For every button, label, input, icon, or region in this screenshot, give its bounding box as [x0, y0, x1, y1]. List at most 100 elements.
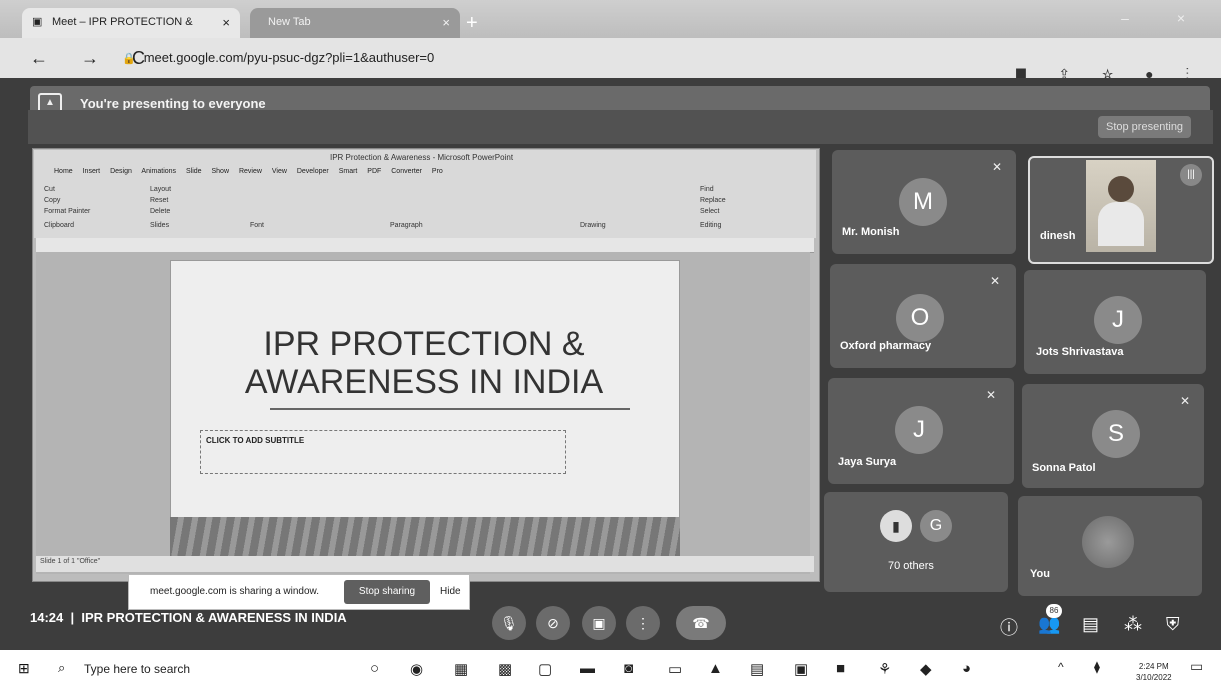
participant-name: 70 others	[888, 560, 934, 572]
slide-title: IPR PROTECTION & AWARENESS IN INDIA	[170, 325, 678, 401]
avatar: S	[1092, 410, 1140, 458]
app-icon[interactable]: ◕	[962, 660, 971, 677]
tab-new-tab[interactable]: New Tab ×	[250, 8, 460, 38]
address-bar[interactable]: 🔒 meet.google.com/pyu-psuc-dgz?pli=1&auth…	[122, 50, 434, 65]
teams-icon[interactable]: ▢	[538, 660, 552, 678]
network-icon[interactable]: ⧫	[1094, 660, 1100, 674]
file-explorer-icon[interactable]: ▭	[668, 660, 682, 678]
sharing-notification-text: meet.google.com is sharing a window.	[150, 586, 319, 597]
app-icon[interactable]: ▤	[750, 660, 764, 678]
ribbon-editing-group: Editing	[700, 222, 722, 229]
tab-close-icon[interactable]: ×	[442, 15, 450, 30]
cortana-icon[interactable]: ○	[370, 660, 379, 677]
lock-icon: 🔒	[122, 53, 136, 65]
new-tab-button[interactable]: +	[466, 12, 478, 35]
meeting-time: 14:24	[30, 610, 64, 625]
hide-button[interactable]: Hide	[440, 586, 461, 597]
camera-off-icon: ⊘	[547, 615, 559, 631]
tray-expand-icon[interactable]: ^	[1058, 660, 1064, 674]
video-person-head	[1108, 176, 1134, 202]
phone-hangup-icon: ☎	[692, 615, 710, 631]
more-vert-icon: ⋮	[636, 615, 650, 631]
notifications-icon[interactable]: ▭	[1190, 658, 1203, 675]
ribbon-replace: Replace	[700, 197, 726, 204]
meeting-info: 14:24 | IPR PROTECTION & AWARENESS IN IN…	[30, 610, 347, 625]
clock-date: 3/10/2022	[1136, 673, 1172, 682]
taskbar-clock[interactable]: 2:24 PM 3/10/2022	[1136, 661, 1172, 683]
chrome-icon[interactable]: ◉	[410, 660, 423, 678]
participant-name: Jaya Surya	[838, 456, 897, 468]
presenting-text: You're presenting to everyone	[80, 96, 266, 111]
slide-title-line-2: AWARENESS IN INDIA	[244, 363, 604, 401]
avatar: M	[899, 178, 947, 226]
ribbon-reset: Reset	[150, 197, 169, 204]
participant-name: Mr. Monish	[842, 226, 900, 238]
participant-name: You	[1030, 568, 1050, 580]
powerpoint-window-title: IPR Protection & Awareness - Microsoft P…	[330, 153, 514, 162]
avatar: J	[895, 406, 943, 454]
stop-presenting-button[interactable]: Stop presenting	[1098, 116, 1192, 138]
participant-name: dinesh	[1040, 230, 1076, 242]
tab-close-icon[interactable]: ×	[222, 15, 230, 30]
url-text: meet.google.com/pyu-psuc-dgz?pli=1&authu…	[143, 50, 435, 65]
activities-icon[interactable]: ⁂	[1124, 614, 1142, 635]
window-controls[interactable]: – ×	[1121, 10, 1207, 26]
slide-title-line-1: IPR PROTECTION &	[263, 325, 585, 363]
mic-icon: 🎙	[500, 615, 518, 631]
store-icon[interactable]: ▦	[454, 660, 468, 678]
ribbon-paragraph-group: Paragraph	[390, 222, 423, 229]
meeting-details-icon[interactable]: ⓘ	[1000, 614, 1018, 640]
powerpoint-status-text: Slide 1 of 1 "Office"	[40, 558, 101, 565]
camera-button[interactable]: ⊘	[536, 606, 570, 640]
tab-meet[interactable]: ▣ Meet – IPR PROTECTION & ×	[22, 8, 240, 38]
ribbon-slides-group: Slides	[150, 222, 170, 229]
avatar: G	[920, 510, 952, 542]
ribbon-delete: Delete	[150, 208, 171, 215]
subtitle-placeholder: CLICK TO ADD SUBTITLE	[206, 436, 305, 445]
ribbon-select: Select	[700, 208, 720, 215]
app-icon[interactable]: ▲	[708, 660, 723, 677]
powerpoint-status-bar	[36, 556, 814, 572]
chat-icon[interactable]: ▤	[1082, 614, 1099, 635]
participant-tile-others[interactable]	[824, 492, 1008, 592]
ribbon-drawing-group: Drawing	[580, 222, 606, 229]
avatar: O	[896, 294, 944, 342]
separator: |	[66, 610, 78, 625]
mic-button[interactable]: 🎙	[492, 606, 526, 640]
host-controls-icon[interactable]: ⛨	[1166, 614, 1180, 635]
ruler	[36, 238, 814, 253]
tab-new-tab-label: New Tab	[268, 16, 311, 28]
app-icon[interactable]: ■	[836, 660, 845, 677]
meet-favicon-icon: ▣	[32, 16, 43, 28]
ribbon-layout: Layout	[150, 186, 172, 193]
meeting-title: IPR PROTECTION & AWARENESS IN INDIA	[81, 610, 347, 625]
app-icon[interactable]: ⚘	[878, 660, 891, 678]
taskbar-search[interactable]: Type here to search	[84, 662, 190, 676]
ribbon-cut: Cut	[44, 186, 55, 193]
mic-off-icon: ✕	[992, 160, 1003, 174]
stop-sharing-button[interactable]: Stop sharing	[344, 580, 430, 604]
present-icon: ▣	[592, 615, 606, 631]
mic-off-icon: ✕	[990, 274, 1001, 288]
avatar: J	[1094, 296, 1142, 344]
self-avatar-image	[1082, 516, 1134, 568]
avatar-others-image: ▮	[880, 510, 912, 542]
presentation-header	[28, 110, 1213, 144]
present-button[interactable]: ▣	[582, 606, 616, 640]
slide-wood-floor-image	[170, 517, 680, 557]
end-call-button[interactable]: ☎	[676, 606, 726, 640]
app-icon[interactable]: ◙	[624, 660, 633, 677]
mic-off-icon: ✕	[1180, 394, 1191, 408]
ribbon-font-group: Font	[250, 222, 265, 229]
app-icon[interactable]: ◆	[920, 660, 932, 678]
speaking-indicator-icon: |||	[1180, 164, 1202, 186]
ribbon-tabs: Home Insert Design Animations Slide Show…	[54, 168, 443, 175]
more-options-button[interactable]: ⋮	[626, 606, 660, 640]
ribbon-copy: Copy	[44, 197, 61, 204]
mic-off-icon: ✕	[986, 388, 997, 402]
app-icon[interactable]: ▣	[794, 660, 808, 678]
calculator-icon[interactable]: ▩	[498, 660, 512, 678]
windows-start-icon[interactable]: ⊞	[18, 660, 30, 677]
ribbon-clipboard-group: Clipboard	[44, 222, 74, 229]
app-icon[interactable]: ▬	[580, 660, 595, 677]
